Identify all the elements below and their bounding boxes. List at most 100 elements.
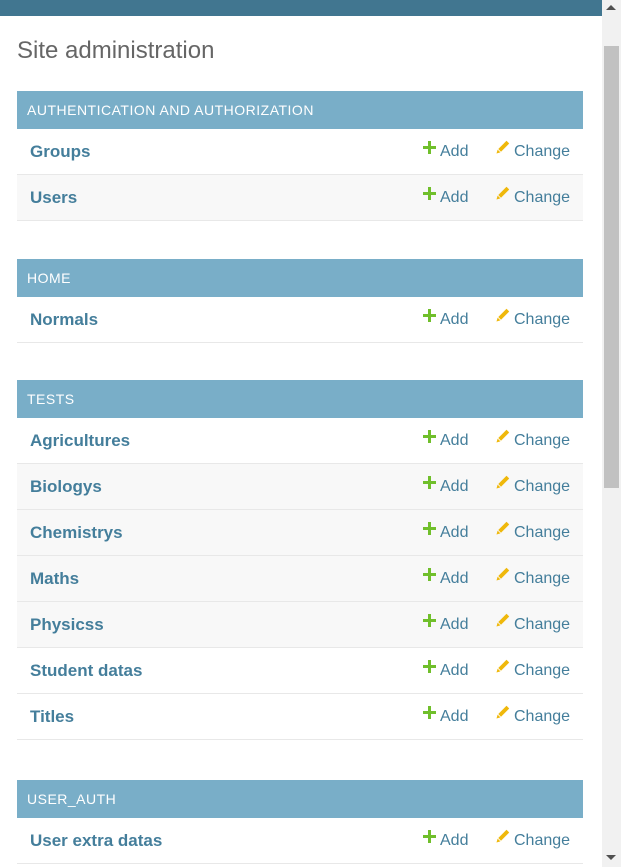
model-link-titles[interactable]: Titles <box>30 694 74 739</box>
model-link-groups[interactable]: Groups <box>30 129 90 174</box>
model-link-users[interactable]: Users <box>30 175 77 220</box>
change-label: Change <box>514 524 571 541</box>
change-link[interactable]: Change <box>496 556 570 601</box>
change-link[interactable]: Change <box>496 175 570 220</box>
change-label: Change <box>514 311 571 328</box>
add-link[interactable]: Add <box>423 648 468 693</box>
add-label: Add <box>440 143 469 160</box>
change-label: Change <box>514 832 571 849</box>
module-header[interactable]: USER_AUTH <box>17 780 583 818</box>
add-label: Add <box>440 311 469 328</box>
pencil-icon <box>496 462 510 507</box>
pencil-icon <box>496 295 510 340</box>
model-row-user-extra-datas: User extra datas Add Change <box>17 818 583 864</box>
vertical-scrollbar[interactable] <box>602 0 621 867</box>
add-link[interactable]: Add <box>423 418 468 463</box>
add-link[interactable]: Add <box>423 175 468 220</box>
add-link[interactable]: Add <box>423 602 468 647</box>
model-link-user-extra-datas[interactable]: User extra datas <box>30 818 162 863</box>
change-label: Change <box>514 708 571 725</box>
plus-icon <box>423 554 436 599</box>
module-header[interactable]: HOME <box>17 259 583 297</box>
plus-icon <box>423 416 436 461</box>
scroll-down-arrow-icon[interactable] <box>606 855 616 860</box>
model-row-physicss: Physicss Add Change <box>17 602 583 648</box>
pencil-icon <box>496 508 510 553</box>
plus-icon <box>423 173 436 218</box>
add-label: Add <box>440 708 469 725</box>
plus-icon <box>423 600 436 645</box>
pencil-icon <box>496 646 510 691</box>
change-link[interactable]: Change <box>496 418 570 463</box>
add-label: Add <box>440 570 469 587</box>
plus-icon <box>423 646 436 691</box>
header-bar <box>0 0 602 16</box>
model-link-agricultures[interactable]: Agricultures <box>30 418 130 463</box>
change-label: Change <box>514 143 571 160</box>
plus-icon <box>423 462 436 507</box>
change-link[interactable]: Change <box>496 464 570 509</box>
model-link-student-datas[interactable]: Student datas <box>30 648 142 693</box>
plus-icon <box>423 692 436 737</box>
add-link[interactable]: Add <box>423 129 468 174</box>
add-link[interactable]: Add <box>423 510 468 555</box>
add-label: Add <box>440 832 469 849</box>
change-link[interactable]: Change <box>496 602 570 647</box>
change-link[interactable]: Change <box>496 297 570 342</box>
plus-icon <box>423 295 436 340</box>
change-label: Change <box>514 189 571 206</box>
change-link[interactable]: Change <box>496 129 570 174</box>
scroll-up-arrow-icon[interactable] <box>606 5 616 10</box>
model-link-maths[interactable]: Maths <box>30 556 79 601</box>
add-label: Add <box>440 189 469 206</box>
model-row-normals: Normals Add Change <box>17 297 583 343</box>
scrollbar-thumb[interactable] <box>604 46 619 488</box>
model-row-agricultures: Agricultures Add Change <box>17 418 583 464</box>
add-link[interactable]: Add <box>423 556 468 601</box>
model-row-student-datas: Student datas Add Change <box>17 648 583 694</box>
change-label: Change <box>514 478 571 495</box>
add-label: Add <box>440 478 469 495</box>
pencil-icon <box>496 816 510 861</box>
plus-icon <box>423 127 436 172</box>
module-home: HOME Normals Add Change <box>17 259 583 343</box>
change-label: Change <box>514 662 571 679</box>
model-link-normals[interactable]: Normals <box>30 297 98 342</box>
add-label: Add <box>440 524 469 541</box>
model-link-physicss[interactable]: Physicss <box>30 602 104 647</box>
module-header[interactable]: AUTHENTICATION AND AUTHORIZATION <box>17 91 583 129</box>
plus-icon <box>423 816 436 861</box>
add-link[interactable]: Add <box>423 694 468 739</box>
add-link[interactable]: Add <box>423 464 468 509</box>
pencil-icon <box>496 173 510 218</box>
model-link-biologys[interactable]: Biologys <box>30 464 102 509</box>
plus-icon <box>423 508 436 553</box>
model-row-groups: Groups Add Change <box>17 129 583 175</box>
pencil-icon <box>496 692 510 737</box>
pencil-icon <box>496 554 510 599</box>
change-label: Change <box>514 570 571 587</box>
add-label: Add <box>440 432 469 449</box>
pencil-icon <box>496 416 510 461</box>
model-row-chemistrys: Chemistrys Add Change <box>17 510 583 556</box>
model-row-biologys: Biologys Add Change <box>17 464 583 510</box>
change-link[interactable]: Change <box>496 510 570 555</box>
module-tests: TESTS Agricultures Add Change Biologys Add Cha… <box>17 380 583 740</box>
add-label: Add <box>440 662 469 679</box>
module-authentication-and-authorization: AUTHENTICATION AND AUTHORIZATION Groups Ad… <box>17 91 583 221</box>
pencil-icon <box>496 600 510 645</box>
change-link[interactable]: Change <box>496 818 570 863</box>
add-label: Add <box>440 616 469 633</box>
module-header[interactable]: TESTS <box>17 380 583 418</box>
add-link[interactable]: Add <box>423 818 468 863</box>
add-link[interactable]: Add <box>423 297 468 342</box>
change-link[interactable]: Change <box>496 648 570 693</box>
model-row-maths: Maths Add Change <box>17 556 583 602</box>
page-title: Site administration <box>17 37 215 64</box>
model-link-chemistrys[interactable]: Chemistrys <box>30 510 123 555</box>
change-link[interactable]: Change <box>496 694 570 739</box>
module-user-auth: USER_AUTH User extra datas Add Change <box>17 780 583 864</box>
model-row-users: Users Add Change <box>17 175 583 221</box>
model-row-titles: Titles Add Change <box>17 694 583 740</box>
pencil-icon <box>496 127 510 172</box>
